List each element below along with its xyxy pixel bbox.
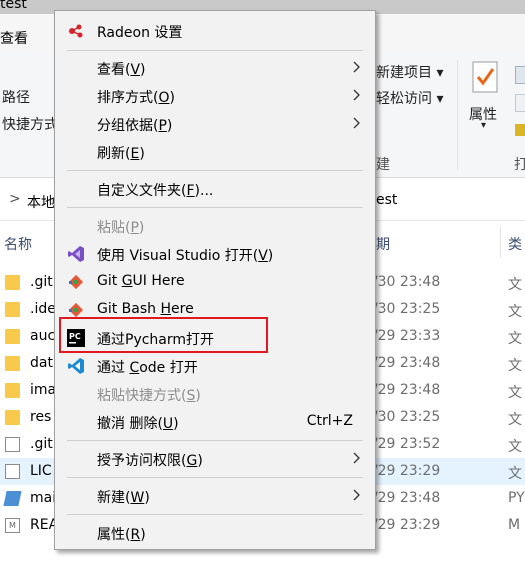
file-type: 文 <box>508 331 522 347</box>
group-label-new: 建 <box>376 157 390 173</box>
history-icon[interactable] <box>515 124 525 136</box>
menu-separator <box>67 440 363 441</box>
radeon-icon <box>67 22 85 40</box>
menu-item-shortcut: Ctrl+Z <box>306 413 353 429</box>
edit-icon[interactable] <box>515 94 525 112</box>
menu-item-open-with-vscode[interactable]: 通过 Code 打开 <box>55 353 375 379</box>
menu-separator <box>67 50 363 51</box>
folder-icon <box>5 275 20 290</box>
menu-item-group-by[interactable]: 分组依据(P) <box>55 111 375 137</box>
properties-dropdown-icon[interactable]: ▾ <box>481 120 486 131</box>
folder-icon <box>5 356 20 371</box>
menu-item-label: 新建(W) <box>97 490 150 506</box>
menu-item-label: 属性(R) <box>97 527 146 543</box>
context-menu: Radeon 设置 查看(V) 排序方式(O) 分组依据(P) 刷新(E) 自定… <box>54 10 376 550</box>
file-type: 文 <box>508 304 522 320</box>
file-type: 文 <box>508 412 522 428</box>
file-type: 文 <box>508 466 522 482</box>
vscode-icon <box>67 357 85 375</box>
menu-item-label: 查看(V) <box>97 62 146 78</box>
menu-item-label: 授予访问权限(G) <box>97 453 203 469</box>
markdown-file-icon: M <box>5 518 20 533</box>
file-type: 文 <box>508 385 522 401</box>
window-title: test <box>0 0 27 12</box>
menu-item-grant-access[interactable]: 授予访问权限(G) <box>55 446 375 472</box>
menu-item-label: 刷新(E) <box>97 146 145 162</box>
paste-shortcut-button[interactable]: 快捷方式 <box>2 114 58 134</box>
menu-item-label: 自定义文件夹(F)... <box>97 183 214 199</box>
menu-item-open-with-visual-studio[interactable]: 使用 Visual Studio 打开(V) <box>55 241 375 267</box>
highlight-box <box>59 317 268 353</box>
submenu-arrow-icon <box>353 61 360 73</box>
menu-separator <box>67 477 363 478</box>
menu-item-label: Radeon 设置 <box>97 25 183 41</box>
file-type: 文 <box>508 358 522 374</box>
menu-item-label: Git Bash Here <box>97 301 194 317</box>
menu-separator <box>67 514 363 515</box>
menu-item-radeon-settings[interactable]: Radeon 设置 <box>55 18 375 44</box>
menu-item-view[interactable]: 查看(V) <box>55 55 375 81</box>
column-date-modified[interactable]: 期 <box>376 234 390 254</box>
submenu-arrow-icon <box>353 89 360 101</box>
copy-path-button[interactable]: 路径 <box>2 87 30 107</box>
menu-item-refresh[interactable]: 刷新(E) <box>55 139 375 165</box>
file-name: mai <box>30 490 57 506</box>
file-name: LIC <box>30 463 52 479</box>
menu-item-label: 粘贴(P) <box>97 220 145 236</box>
menu-item-paste[interactable]: 粘贴(P) <box>55 213 375 239</box>
breadcrumb-folder[interactable]: est <box>376 192 397 208</box>
file-type: 文 <box>508 277 522 293</box>
menu-item-undo-delete[interactable]: 撤消 删除(U) Ctrl+Z <box>55 409 375 435</box>
open-icon[interactable] <box>515 66 525 84</box>
file-icon <box>5 437 20 452</box>
menu-separator <box>67 207 363 208</box>
menu-item-label: 撤消 删除(U) <box>97 416 179 432</box>
breadcrumb-chevron-icon[interactable]: > <box>9 191 21 207</box>
menu-item-label: 分组依据(P) <box>97 118 173 134</box>
menu-item-label: Git GUI Here <box>97 273 185 289</box>
file-name: auc <box>30 328 56 344</box>
group-label-open: 打 <box>514 157 525 173</box>
breadcrumb-this-pc[interactable]: 本地 <box>27 192 55 212</box>
file-name: dat <box>30 355 53 371</box>
file-name: .git <box>30 436 53 452</box>
menu-item-git-gui-here[interactable]: Git GUI Here <box>55 269 375 295</box>
menu-item-properties[interactable]: 属性(R) <box>55 520 375 546</box>
new-item-button[interactable]: 新建项目 ▾ <box>376 62 443 82</box>
folder-icon <box>5 383 20 398</box>
column-type[interactable]: 类 <box>508 234 522 254</box>
menu-item-label: 排序方式(O) <box>97 90 175 106</box>
menu-item-sort-by[interactable]: 排序方式(O) <box>55 83 375 109</box>
menu-item-new[interactable]: 新建(W) <box>55 483 375 509</box>
submenu-arrow-icon <box>353 117 360 129</box>
menu-item-paste-shortcut[interactable]: 粘贴快捷方式(S) <box>55 381 375 407</box>
menu-separator <box>67 170 363 171</box>
file-type: M <box>508 517 521 533</box>
menu-item-label: 使用 Visual Studio 打开(V) <box>97 248 274 264</box>
properties-icon[interactable] <box>470 60 500 98</box>
file-type: 文 <box>508 439 522 455</box>
file-name: ima <box>30 382 57 398</box>
folder-icon <box>5 329 20 344</box>
easy-access-button[interactable]: 轻松访问 ▾ <box>376 88 443 108</box>
folder-icon <box>5 302 20 317</box>
git-gui-icon <box>67 273 85 291</box>
file-name: .ide <box>30 301 56 317</box>
column-name[interactable]: 名称 <box>4 234 32 254</box>
file-name: .git <box>30 274 53 290</box>
menu-item-customize-folder[interactable]: 自定义文件夹(F)... <box>55 176 375 202</box>
menu-item-label: 粘贴快捷方式(S) <box>97 388 201 404</box>
python-file-icon <box>3 491 22 506</box>
submenu-arrow-icon <box>353 489 360 501</box>
visual-studio-icon <box>67 245 85 263</box>
tab-view[interactable]: 查看 <box>0 28 28 48</box>
submenu-arrow-icon <box>353 452 360 464</box>
file-icon <box>5 464 20 479</box>
file-name: res <box>30 409 52 425</box>
folder-icon <box>5 410 20 425</box>
file-type: PY <box>508 490 525 506</box>
menu-item-label: 通过 Code 打开 <box>97 360 198 376</box>
